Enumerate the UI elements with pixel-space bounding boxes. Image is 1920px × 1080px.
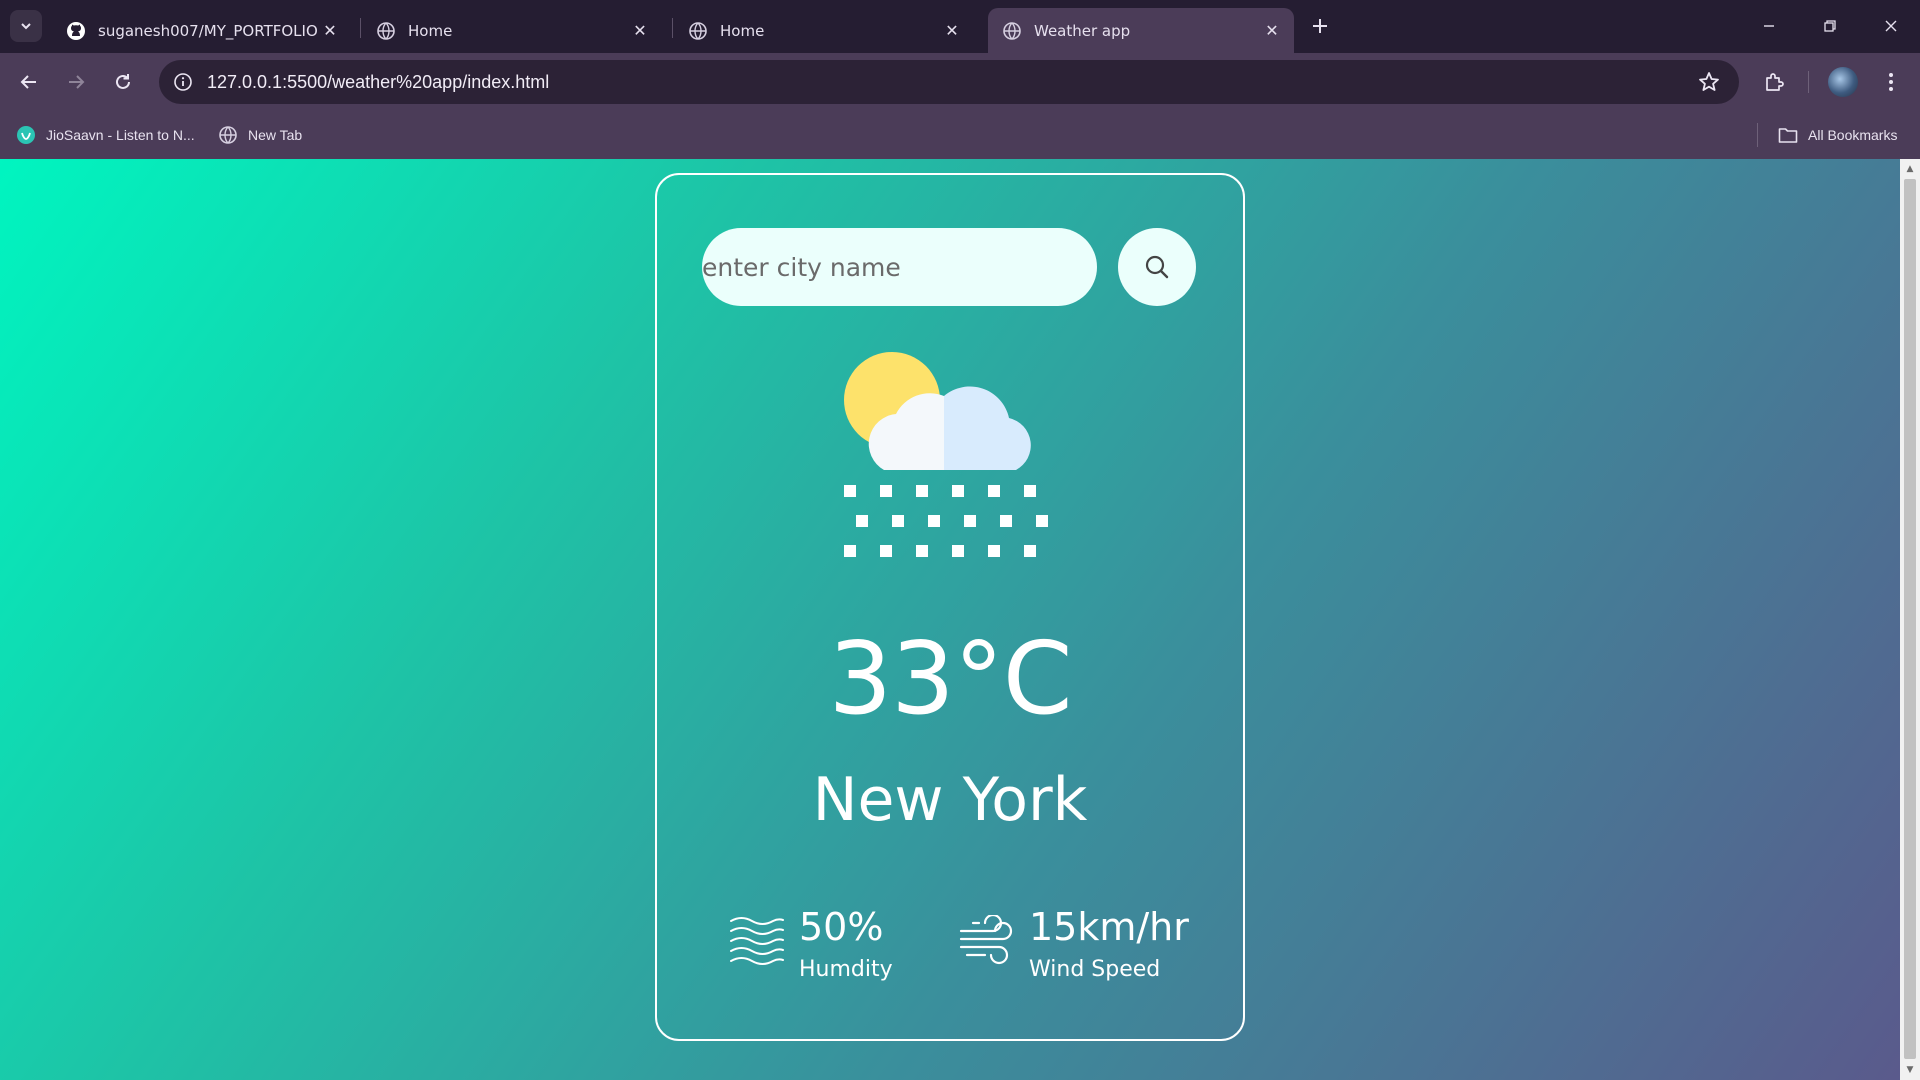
tab-home-1[interactable]: Home ✕ (362, 8, 662, 53)
tab-home-2[interactable]: Home ✕ (674, 8, 974, 53)
reload-button[interactable] (106, 65, 140, 99)
folder-icon (1778, 125, 1798, 145)
wind-label: Wind Speed (1029, 957, 1161, 982)
close-icon[interactable]: ✕ (318, 19, 342, 43)
close-icon[interactable]: ✕ (940, 19, 964, 43)
new-tab-button[interactable] (1306, 12, 1334, 40)
page-viewport: 33°C New York 50% Humdity (0, 159, 1900, 1080)
site-info-icon[interactable] (169, 68, 197, 96)
forward-button[interactable] (59, 65, 93, 99)
tab-title: suganesh007/MY_PORTFOLIO: 💻 (98, 21, 318, 40)
github-icon (66, 21, 86, 41)
snow-sun-cloud-icon (844, 352, 1048, 557)
tab-strip: suganesh007/MY_PORTFOLIO: 💻 ✕ Home ✕ Hom… (0, 0, 1920, 53)
bookmarks-divider (1757, 123, 1758, 147)
humidity-waves-icon (730, 917, 784, 965)
search-button[interactable] (1118, 228, 1196, 306)
reload-icon (116, 74, 130, 89)
wind-icon (959, 915, 1013, 965)
close-icon (1885, 20, 1897, 32)
city-name: New York (812, 765, 1088, 835)
close-icon[interactable]: ✕ (628, 19, 652, 43)
tab-title: Home (408, 21, 453, 40)
humidity-detail: 50% Humdity (729, 905, 909, 985)
chevron-down-icon (21, 23, 31, 30)
scroll-down-icon[interactable]: ▼ (1900, 1062, 1920, 1078)
tab-title: Home (720, 21, 765, 40)
jiosaavn-icon (16, 125, 36, 145)
search-icon (1145, 255, 1169, 279)
scroll-up-icon[interactable]: ▲ (1900, 161, 1920, 177)
tab-separator (672, 18, 673, 38)
browser-toolbar: 127.0.0.1:5500/weather%20app/index.html (0, 53, 1920, 111)
bookmark-star-icon[interactable] (1697, 70, 1721, 94)
globe-icon (376, 21, 396, 41)
minimize-icon (1764, 25, 1774, 27)
search-row (702, 228, 1202, 306)
tab-separator (360, 18, 361, 38)
humidity-value: 50% (799, 905, 884, 949)
weather-card: 33°C New York 50% Humdity (655, 173, 1245, 1041)
close-icon[interactable]: ✕ (1260, 19, 1284, 43)
menu-button[interactable] (1874, 65, 1908, 99)
restore-button[interactable] (1807, 8, 1853, 44)
arrow-right-icon (69, 75, 85, 89)
address-bar[interactable]: 127.0.0.1:5500/weather%20app/index.html (159, 60, 1739, 104)
extensions-button[interactable] (1757, 65, 1791, 99)
puzzle-icon (1766, 73, 1784, 91)
all-bookmarks-label: All Bookmarks (1808, 127, 1898, 143)
bookmark-label: JioSaavn - Listen to N... (46, 127, 195, 143)
tab-title: Weather app (1034, 21, 1131, 40)
back-button[interactable] (12, 65, 46, 99)
page-scrollbar[interactable]: ▲ ▼ (1900, 159, 1920, 1080)
minimize-button[interactable] (1746, 8, 1792, 44)
bookmarks-bar: JioSaavn - Listen to N... New Tab All Bo… (0, 111, 1920, 159)
tab-weather-app[interactable]: Weather app ✕ (988, 8, 1294, 53)
all-bookmarks-button[interactable]: All Bookmarks (1778, 123, 1897, 147)
scrollbar-thumb[interactable] (1904, 179, 1916, 1059)
globe-icon (688, 21, 708, 41)
bookmark-jiosaavn[interactable]: JioSaavn - Listen to N... (16, 123, 195, 147)
wind-value: 15km/hr (1029, 905, 1189, 949)
url-text: 127.0.0.1:5500/weather%20app/index.html (207, 72, 550, 92)
plus-icon (1313, 19, 1327, 33)
restore-icon (1824, 20, 1836, 32)
close-window-button[interactable] (1868, 8, 1914, 44)
globe-icon (218, 125, 238, 145)
globe-icon (1002, 21, 1022, 41)
tab-github[interactable]: suganesh007/MY_PORTFOLIO: 💻 ✕ (52, 8, 352, 53)
wind-detail: 15km/hr Wind Speed (959, 905, 1199, 985)
bookmark-new-tab[interactable]: New Tab (218, 123, 302, 147)
temperature-text: 33°C (828, 620, 1072, 737)
kebab-menu-icon (1889, 73, 1893, 91)
bookmark-label: New Tab (248, 127, 303, 143)
profile-avatar[interactable] (1828, 67, 1858, 97)
arrow-left-icon (20, 75, 36, 89)
tab-search-button[interactable] (10, 10, 42, 42)
city-search-input[interactable] (702, 228, 1097, 306)
toolbar-divider (1808, 71, 1809, 93)
humidity-label: Humdity (799, 957, 893, 982)
